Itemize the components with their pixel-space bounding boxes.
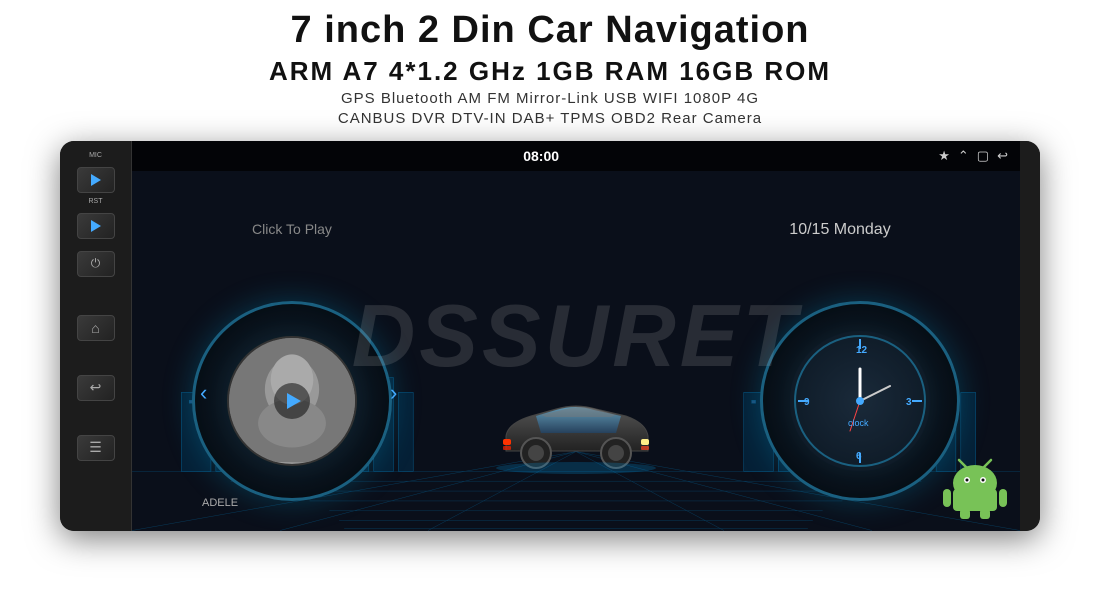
- svg-text:3: 3: [906, 397, 912, 408]
- mic-label: MIC: [89, 152, 102, 159]
- rst-play-icon: [91, 220, 101, 232]
- prev-track-button[interactable]: ‹: [200, 380, 207, 406]
- rst-group: RST: [89, 197, 103, 205]
- specs-line: ARM A7 4*1.2 GHz 1GB RAM 16GB ROM: [0, 56, 1100, 87]
- back-icon: ↩: [90, 379, 102, 396]
- back-nav-icon: ↩: [997, 148, 1008, 164]
- android-logo: [940, 451, 1010, 521]
- android-svg: [940, 451, 1010, 521]
- header-section: 7 inch 2 Din Car Navigation ARM A7 4*1.2…: [0, 0, 1100, 133]
- window-icon: ▢: [977, 148, 989, 164]
- status-right: ★ ⌃ ▢ ↩: [938, 148, 1008, 164]
- music-inner: [227, 336, 357, 466]
- right-panel: [1020, 141, 1040, 531]
- clock-face: 12 3 6 9 clock: [790, 331, 930, 471]
- main-title: 7 inch 2 Din Car Navigation: [0, 10, 1100, 52]
- play-button[interactable]: [77, 167, 115, 193]
- menu-button[interactable]: ☰: [77, 435, 115, 461]
- play-icon: [91, 174, 101, 186]
- rst-label: RST: [89, 198, 103, 205]
- svg-text:12: 12: [856, 345, 868, 356]
- car-svg: [486, 381, 666, 481]
- rst-button[interactable]: [77, 213, 115, 239]
- power-icon: ⏻: [91, 256, 101, 271]
- music-label: ADELE: [202, 497, 238, 509]
- clock-circle: 12 3 6 9 clock: [760, 301, 960, 501]
- device-wrapper: MIC RST ⏻ ⌂: [60, 141, 1040, 531]
- play-triangle-icon: [287, 393, 301, 409]
- car-area: [476, 371, 676, 491]
- svg-text:9: 9: [804, 397, 810, 408]
- home-icon: ⌂: [91, 320, 99, 336]
- click-to-play[interactable]: Click To Play: [192, 221, 392, 237]
- screen: 08:00 ★ ⌃ ▢ ↩ DSSURET: [132, 141, 1020, 531]
- svg-text:6: 6: [856, 451, 862, 462]
- menu-icon: ☰: [89, 439, 102, 456]
- date-display: 10/15 Monday: [740, 221, 940, 239]
- home-button[interactable]: ⌂: [77, 315, 115, 341]
- clock-svg: 12 3 6 9 clock: [790, 331, 930, 471]
- power-button[interactable]: ⏻: [77, 251, 115, 277]
- mic-group: MIC: [89, 151, 102, 159]
- music-circle: [192, 301, 392, 501]
- svg-text:clock: clock: [848, 418, 869, 428]
- status-time: 08:00: [523, 148, 559, 164]
- bluetooth-icon: ★: [938, 148, 950, 164]
- left-panel: MIC RST ⏻ ⌂: [60, 141, 132, 531]
- next-track-button[interactable]: ›: [390, 380, 397, 406]
- expand-icon: ⌃: [958, 148, 969, 164]
- car-unit: MIC RST ⏻ ⌂: [60, 141, 1040, 531]
- music-album: [229, 338, 355, 464]
- features-line1: GPS Bluetooth AM FM Mirror-Link USB WIFI…: [0, 90, 1100, 107]
- status-bar: 08:00 ★ ⌃ ▢ ↩: [132, 141, 1020, 171]
- back-button[interactable]: ↩: [77, 375, 115, 401]
- music-play-button[interactable]: [274, 383, 310, 419]
- features-line2: CANBUS DVR DTV-IN DAB+ TPMS OBD2 Rear Ca…: [0, 110, 1100, 127]
